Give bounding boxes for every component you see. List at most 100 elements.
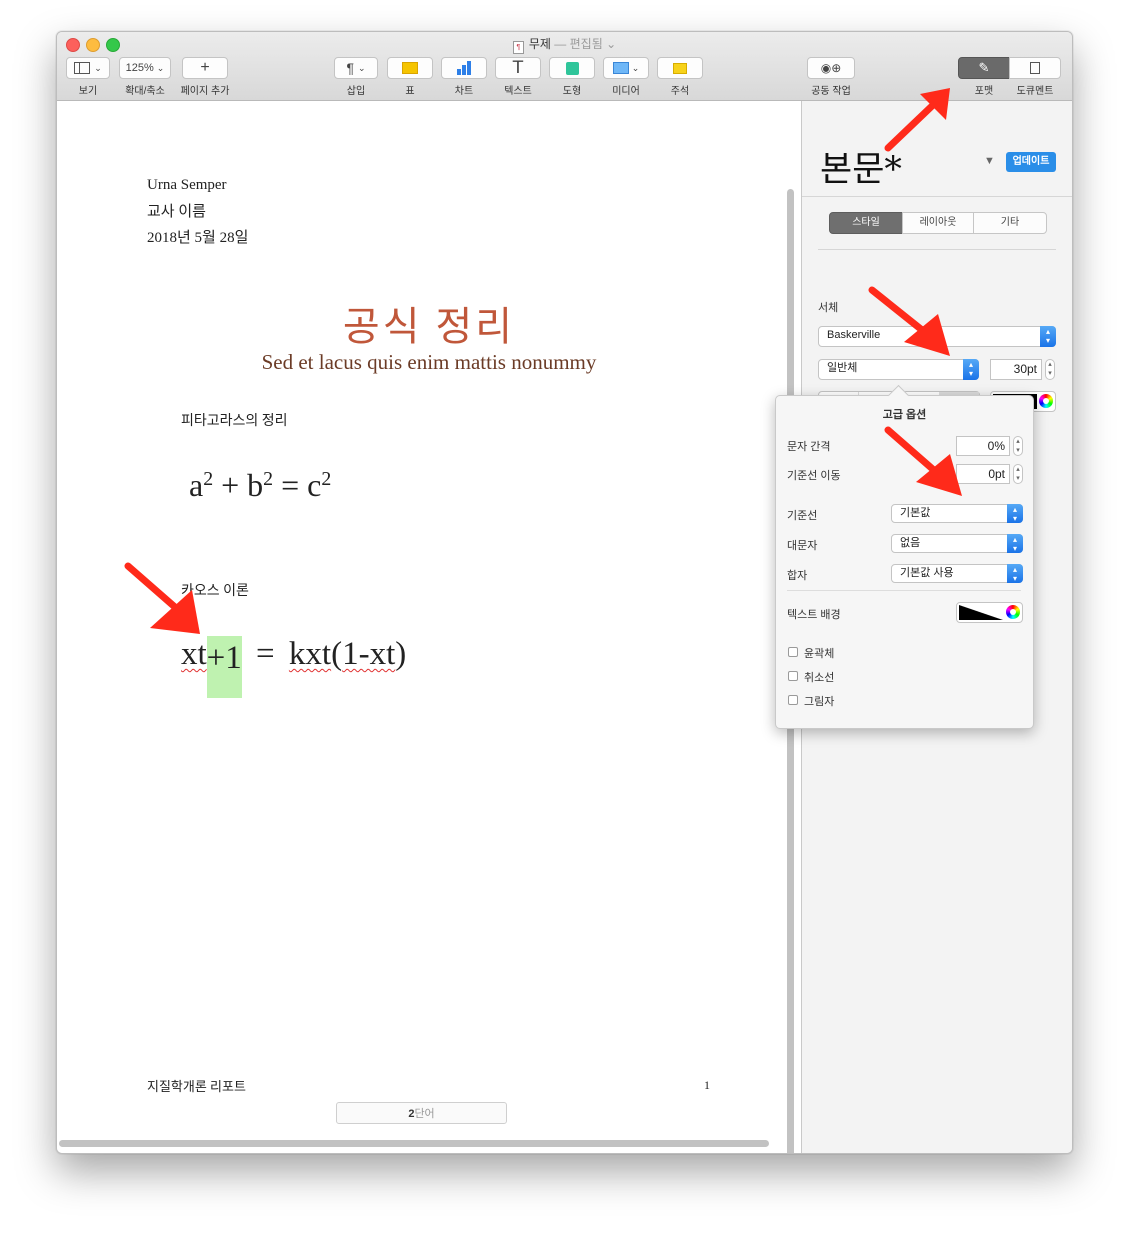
document-icon bbox=[1030, 62, 1040, 74]
footer-text[interactable]: 지질학개론 리포트 bbox=[147, 1076, 246, 1095]
annotation-arrow-icon bbox=[884, 88, 950, 152]
chevron-down-icon: ⌄ bbox=[357, 62, 366, 73]
updown-arrows-icon: ▴ ▾ bbox=[1040, 326, 1056, 347]
baseline-shift-stepper[interactable]: ▴ ▾ bbox=[1013, 464, 1023, 484]
font-size-field[interactable]: 30pt bbox=[990, 359, 1042, 380]
collaborate-label: 공동 작업 bbox=[811, 86, 851, 97]
divider bbox=[802, 196, 1072, 197]
updown-arrows-icon: ▴ ▾ bbox=[1007, 504, 1023, 523]
document-button[interactable] bbox=[1009, 57, 1061, 79]
no-color-swatch bbox=[959, 605, 1003, 620]
chevron-down-icon[interactable]: ⌄ bbox=[606, 37, 616, 51]
document-title[interactable]: 공식 정리 bbox=[57, 294, 801, 352]
ligatures-value: 기본값 사용 bbox=[900, 567, 954, 579]
media-button[interactable]: ⌄ bbox=[603, 57, 649, 79]
chevron-down-icon: ⌄ bbox=[631, 62, 640, 73]
tab-more[interactable]: 기타 bbox=[973, 212, 1047, 234]
chevron-down-icon: ⌄ bbox=[156, 62, 165, 73]
shape-icon bbox=[565, 61, 579, 75]
term-c: c bbox=[307, 467, 322, 503]
chevron-down-icon: ⌄ bbox=[94, 62, 102, 73]
text-background-well[interactable] bbox=[956, 602, 1023, 623]
ligatures-select[interactable]: 기본값 사용 ▴ ▾ bbox=[891, 564, 1023, 583]
strikethrough-label: 취소선 bbox=[804, 672, 835, 684]
selection-highlight: +1 bbox=[206, 636, 242, 698]
popover-title: 고급 옵션 bbox=[882, 409, 927, 421]
term-inner: 1-xt bbox=[342, 636, 396, 672]
text-label: 텍스트 bbox=[504, 86, 532, 97]
table-button[interactable] bbox=[387, 57, 433, 79]
annotation-arrow-icon bbox=[884, 426, 962, 496]
format-label: 포맷 bbox=[974, 86, 994, 97]
word-count[interactable]: 2단어 bbox=[336, 1102, 507, 1124]
chart-icon bbox=[457, 61, 471, 75]
color-wheel-icon[interactable] bbox=[1039, 394, 1053, 408]
table-icon bbox=[402, 62, 418, 74]
comment-icon bbox=[673, 62, 687, 74]
font-section-label: 서체 bbox=[818, 302, 839, 314]
baseline-shift-label: 기준선 이동 bbox=[787, 470, 841, 482]
word-count-unit: 단어 bbox=[414, 1108, 435, 1120]
outline-label: 윤곽체 bbox=[804, 648, 835, 660]
shadow-checkbox[interactable] bbox=[788, 695, 798, 705]
capitalization-select[interactable]: 없음 ▴ ▾ bbox=[891, 534, 1023, 553]
font-size-stepper[interactable]: ▴ ▾ bbox=[1045, 359, 1055, 380]
add-page-button[interactable]: + bbox=[182, 57, 228, 79]
char-spacing-stepper[interactable]: ▴ ▾ bbox=[1013, 436, 1023, 456]
edit-status: — 편집됨 bbox=[554, 37, 603, 51]
divider bbox=[818, 249, 1056, 250]
divider bbox=[787, 590, 1021, 591]
exponent: 2 bbox=[263, 468, 274, 491]
plus-sign: + bbox=[221, 467, 240, 503]
update-button[interactable]: 업데이트 bbox=[1006, 152, 1056, 172]
document-date[interactable]: 2018년 5월 28일 bbox=[147, 226, 248, 247]
strikethrough-checkbox[interactable] bbox=[788, 671, 798, 681]
char-spacing-label: 문자 간격 bbox=[787, 441, 831, 453]
font-style-value: 일반체 bbox=[827, 362, 858, 374]
updown-arrows-icon: ▴ ▾ bbox=[1007, 534, 1023, 553]
shape-label: 도형 bbox=[562, 86, 582, 97]
chaos-formula[interactable]: xt+1 = kxt(1-xt) bbox=[181, 636, 406, 698]
format-button[interactable]: ✎ bbox=[958, 57, 1010, 79]
page-number: 1 bbox=[704, 1078, 710, 1092]
comment-button[interactable] bbox=[657, 57, 703, 79]
outline-checkbox[interactable] bbox=[788, 647, 798, 657]
collaborate-button[interactable]: ◉⊕ bbox=[807, 57, 855, 79]
triangle-down-icon[interactable]: ▼ bbox=[984, 155, 995, 167]
document-subtitle[interactable]: Sed et lacus quis enim mattis nonummy bbox=[57, 350, 801, 375]
equals-sign: = bbox=[256, 636, 275, 672]
paragraph-icon: ¶ bbox=[346, 60, 354, 76]
chart-button[interactable] bbox=[441, 57, 487, 79]
insert-button[interactable]: ¶ ⌄ bbox=[334, 57, 378, 79]
term-a: a bbox=[189, 467, 204, 503]
selected-term: xt bbox=[181, 636, 207, 672]
horizontal-scrollbar[interactable] bbox=[59, 1140, 769, 1147]
tab-layout[interactable]: 레이아웃 bbox=[902, 212, 974, 234]
updown-arrows-icon: ▴ ▾ bbox=[1007, 564, 1023, 583]
teacher-name[interactable]: 교사 이름 bbox=[147, 200, 206, 221]
pythagoras-heading[interactable]: 피타고라스의 정리 bbox=[181, 410, 288, 430]
text-icon: T bbox=[512, 58, 524, 78]
term-kxt: kxt bbox=[288, 636, 332, 672]
author-name[interactable]: Urna Semper bbox=[147, 177, 227, 194]
paren-open: ( bbox=[331, 636, 343, 672]
capitalization-label: 대문자 bbox=[787, 540, 818, 552]
color-wheel-icon[interactable] bbox=[1006, 605, 1020, 619]
pythagoras-formula[interactable]: a2 + b2 = c2 bbox=[189, 467, 331, 504]
shape-button[interactable] bbox=[549, 57, 595, 79]
comment-label: 주석 bbox=[670, 86, 690, 97]
term-b: b bbox=[247, 467, 264, 503]
updown-arrows-icon: ▴ ▾ bbox=[963, 359, 979, 380]
plus-icon: + bbox=[200, 59, 210, 76]
zoom-label: 확대/축소 bbox=[125, 86, 165, 97]
view-button[interactable]: ⌄ bbox=[66, 57, 110, 79]
view-label: 보기 bbox=[78, 86, 98, 97]
photo-icon bbox=[612, 62, 629, 74]
text-button[interactable]: T bbox=[495, 57, 541, 79]
table-label: 표 bbox=[405, 86, 415, 97]
tab-style[interactable]: 스타일 bbox=[829, 212, 903, 234]
zoom-select[interactable]: 125% ⌄ bbox=[119, 57, 171, 79]
zoom-value: 125% bbox=[125, 62, 154, 74]
baseline-select[interactable]: 기본값 ▴ ▾ bbox=[891, 504, 1023, 523]
chart-label: 차트 bbox=[454, 86, 474, 97]
